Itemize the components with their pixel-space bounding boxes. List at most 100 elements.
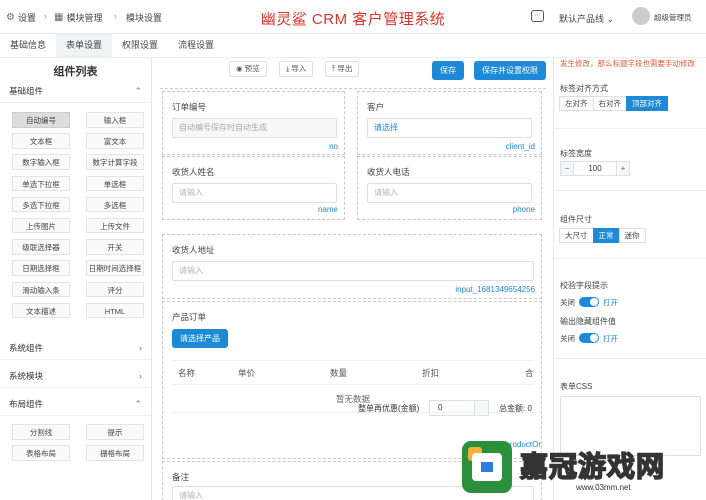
- component-item[interactable]: 数字输入框: [12, 154, 70, 170]
- component-item[interactable]: 上传图片: [12, 217, 70, 234]
- group-system-components[interactable]: 系统组件 ›: [0, 336, 151, 361]
- component-item[interactable]: 输入框: [86, 112, 144, 128]
- chevron-up-icon: ⌃: [134, 399, 142, 410]
- customer-select[interactable]: 请选择: [367, 118, 532, 138]
- component-item[interactable]: 开关: [86, 239, 144, 255]
- field-customer[interactable]: 客户 请选择 client_id: [357, 91, 542, 155]
- field-receiver-name[interactable]: 收货人姓名 请输入 name: [162, 156, 345, 220]
- label-width-stepper[interactable]: − 100 +: [560, 161, 630, 176]
- field-key: name: [317, 205, 338, 214]
- total-label: 总金额: 0: [499, 404, 532, 413]
- export-label: 导出: [337, 64, 353, 73]
- component-item[interactable]: 单选框: [86, 175, 144, 192]
- component-size-title: 组件尺寸: [560, 215, 592, 224]
- component-item[interactable]: HTML: [86, 302, 144, 319]
- discount-value: 0: [438, 403, 443, 412]
- save-and-permission-button[interactable]: 保存并设置权限: [474, 61, 546, 80]
- tab-bar: 基础信息 表单设置 权限设置 流程设置: [0, 34, 230, 57]
- layout-component-grid: 分割线 提示 表格布局 栅格布局: [0, 416, 151, 469]
- field-label: 收货人地址: [172, 245, 215, 255]
- discount-stepper[interactable]: 0: [429, 400, 489, 416]
- field-product-order[interactable]: 产品订单 请选择产品 名称 单价 数量 折扣 合 暂无数据 整单再优惠(金额) …: [162, 301, 542, 459]
- field-key: client_id: [505, 142, 535, 151]
- divider: [554, 258, 706, 259]
- group-label: 系统组件: [9, 343, 44, 354]
- group-system-modules[interactable]: 系统模块 ›: [0, 364, 151, 389]
- component-item[interactable]: 文本描述: [12, 302, 70, 319]
- field-order-no[interactable]: 订单编号 自动编号保存时自动生成 no: [162, 91, 345, 155]
- component-item[interactable]: 栅格布局: [86, 445, 144, 461]
- component-item[interactable]: 多选下拉框: [12, 196, 70, 213]
- output-hidden-title: 输出隐藏组件值: [560, 317, 616, 326]
- align-left-option[interactable]: 左对齐: [559, 96, 594, 111]
- module-settings-label: 模块设置: [126, 13, 163, 23]
- import-button[interactable]: ⤓ 导入: [279, 61, 314, 77]
- avatar[interactable]: [632, 7, 650, 25]
- component-item[interactable]: 级联选择器: [12, 239, 70, 255]
- module-mgmt-link[interactable]: ▦ 模块管理: [54, 11, 102, 24]
- component-item[interactable]: 分割线: [12, 424, 70, 440]
- component-item[interactable]: 提示: [86, 424, 144, 440]
- form-designer: ◉ 预览 ⤓ 导入 ⤒ 导出 保存 保存并设置权限 订单编号 自动编号保存时自动…: [153, 58, 553, 500]
- label-width-value: 100: [588, 164, 602, 173]
- hint-text: 发生修改，那么标题字段也需要手动修改: [560, 59, 695, 68]
- column-header: 合: [525, 368, 534, 378]
- select-product-button[interactable]: 请选择产品: [172, 329, 228, 348]
- stepper-arrows[interactable]: [474, 401, 488, 415]
- designer-toolbar: ◉ 预览 ⤓ 导入 ⤒ 导出 保存 保存并设置权限: [153, 61, 553, 80]
- preview-button[interactable]: ◉ 预览: [229, 61, 267, 77]
- group-basic-components[interactable]: 基础组件 ⌃: [0, 79, 151, 103]
- tab-permission-settings[interactable]: 权限设置: [112, 34, 168, 57]
- output-hidden-switch[interactable]: [579, 333, 599, 343]
- component-item[interactable]: 富文本: [86, 133, 144, 149]
- breadcrumb-current: 模块设置: [126, 11, 162, 24]
- save-button[interactable]: 保存: [432, 61, 464, 80]
- group-label: 布局组件: [9, 399, 44, 410]
- table-header: 名称 单价 数量 折扣 合: [172, 360, 534, 385]
- breadcrumb-separator: ›: [114, 11, 117, 21]
- component-item[interactable]: 表格布局: [12, 445, 70, 461]
- align-right-option[interactable]: 右对齐: [592, 96, 627, 111]
- settings-label: 设置: [17, 13, 36, 23]
- component-item[interactable]: 评分: [86, 281, 144, 297]
- minus-icon[interactable]: −: [561, 162, 574, 175]
- field-label: 客户: [367, 102, 385, 112]
- user-name[interactable]: 超级管理员: [654, 12, 692, 23]
- field-receiver-phone[interactable]: 收货人电话 请输入 phone: [357, 156, 542, 220]
- group-layout-components[interactable]: 布局组件 ⌃: [0, 392, 151, 417]
- message-icon[interactable]: ···: [531, 10, 544, 22]
- field-receiver-address[interactable]: 收货人地址 请输入 input_1681349654256: [162, 234, 542, 299]
- label-width-title: 标签宽度: [560, 149, 592, 158]
- size-large-option[interactable]: 大尺寸: [559, 228, 594, 243]
- component-item[interactable]: 自动编号: [12, 112, 70, 128]
- plus-icon[interactable]: +: [616, 162, 629, 175]
- tab-basic-info[interactable]: 基础信息: [0, 34, 56, 57]
- tab-flow-settings[interactable]: 流程设置: [168, 34, 224, 57]
- column-header: 名称: [178, 368, 196, 378]
- size-normal-option[interactable]: 正常: [592, 228, 620, 243]
- tab-form-settings[interactable]: 表单设置: [56, 34, 113, 57]
- receiver-phone-input[interactable]: 请输入: [367, 183, 532, 203]
- column-header: 折扣: [422, 368, 440, 378]
- export-button[interactable]: ⤒ 导出: [325, 61, 360, 77]
- component-item[interactable]: 日期选择框: [12, 260, 70, 276]
- preview-label: 预览: [244, 64, 260, 73]
- receiver-name-input[interactable]: 请输入: [172, 183, 337, 203]
- receiver-address-input[interactable]: 请输入: [172, 261, 534, 281]
- gear-icon: ⚙: [6, 12, 15, 23]
- component-item[interactable]: 单选下拉框: [12, 175, 70, 192]
- component-item[interactable]: 多选框: [86, 196, 144, 213]
- component-item[interactable]: 上传文件: [86, 217, 144, 234]
- size-mini-option[interactable]: 迷你: [618, 228, 646, 243]
- component-item[interactable]: 滑动输入条: [12, 281, 70, 297]
- component-item[interactable]: 文本框: [12, 133, 70, 149]
- group-label: 基础组件: [9, 86, 44, 96]
- import-label: 导入: [291, 64, 307, 73]
- settings-link[interactable]: ⚙ 设置: [6, 11, 36, 24]
- component-item[interactable]: 日期时间选择框: [86, 260, 144, 276]
- product-line-select[interactable]: 默认产品线 ⌄: [559, 12, 614, 25]
- align-top-option[interactable]: 顶部对齐: [626, 96, 668, 111]
- component-item[interactable]: 数字计算字段: [86, 154, 144, 170]
- validate-hint-switch[interactable]: [579, 297, 599, 307]
- order-no-input[interactable]: 自动编号保存时自动生成: [172, 118, 337, 138]
